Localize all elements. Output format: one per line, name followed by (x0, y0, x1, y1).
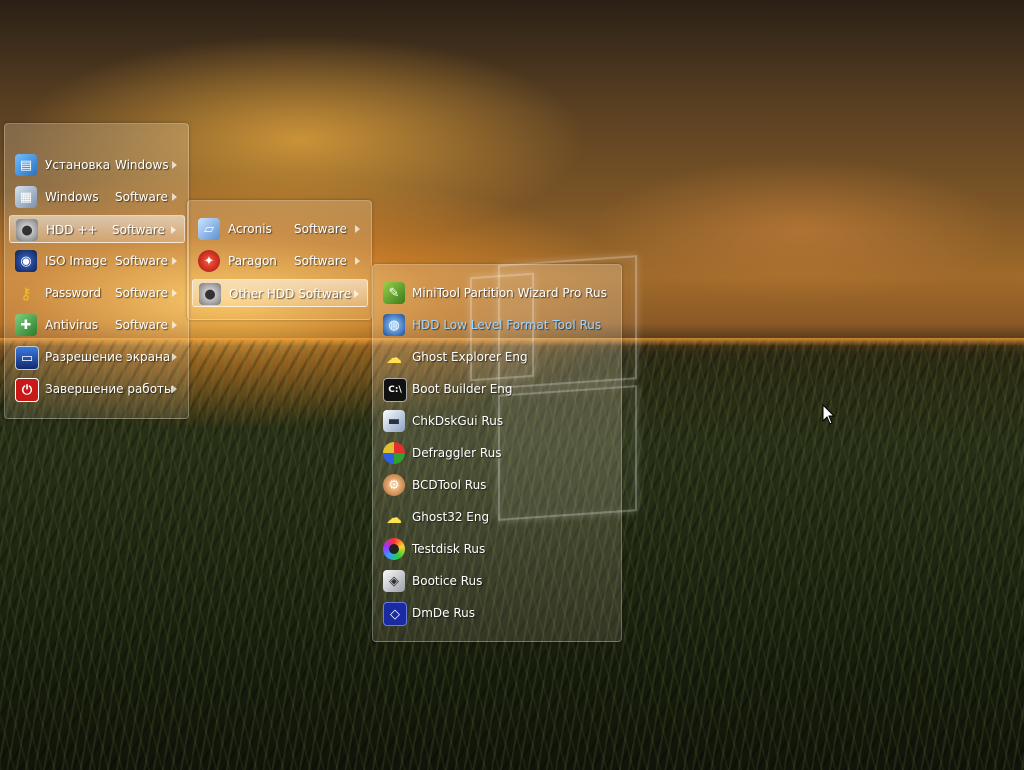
main-menu: ▤ Установка Windows ▦ Windows Software ●… (4, 123, 189, 419)
defraggler-icon (383, 442, 405, 464)
app-item-bootice[interactable]: ◈ Bootice Rus (377, 567, 617, 595)
menu-item-antivirus[interactable]: ✚ Antivirus Software (9, 311, 185, 339)
app-item-ghost-explorer[interactable]: ☁ Ghost Explorer Eng (377, 343, 617, 371)
hdd-other-icon: ● (199, 283, 221, 305)
ghost-icon: ☁ (386, 347, 402, 367)
chevron-right-icon (355, 225, 360, 233)
chevron-right-icon (354, 290, 359, 298)
submenu-item-acronis[interactable]: ▱ Acronis Software (192, 215, 368, 243)
menu-item-windows-software[interactable]: ▦ Windows Software (9, 183, 185, 211)
app-item-ghost32[interactable]: ☁ Ghost32 Eng (377, 503, 617, 531)
bootice-icon: ◈ (383, 570, 405, 592)
bcdtool-icon: ⚙ (383, 474, 405, 496)
chevron-right-icon (172, 289, 177, 297)
iso-icon: ◉ (15, 250, 37, 272)
menu-item-iso-image[interactable]: ◉ ISO Image Software (9, 247, 185, 275)
testdisk-icon (383, 538, 405, 560)
app-item-dmde[interactable]: ◇ DmDe Rus (377, 599, 617, 627)
menu-item-password[interactable]: ⚷ Password Software (9, 279, 185, 307)
app-item-testdisk[interactable]: Testdisk Rus (377, 535, 617, 563)
chevron-right-icon (172, 321, 177, 329)
chevron-right-icon (355, 257, 360, 265)
ghost32-icon: ☁ (386, 507, 402, 527)
chevron-right-icon (171, 226, 176, 234)
app-item-hddllf[interactable]: ◍ HDD Low Level Format Tool Rus (377, 311, 617, 339)
hdd-submenu: ▱ Acronis Software ✦ Paragon Software ● … (187, 200, 372, 320)
minitool-icon: ✎ (383, 282, 405, 304)
app-item-defraggler[interactable]: Defraggler Rus (377, 439, 617, 467)
app-item-chkdskgui[interactable]: ▬ ChkDskGui Rus (377, 407, 617, 435)
app-item-minitool[interactable]: ✎ MiniTool Partition Wizard Pro Rus (377, 279, 617, 307)
app-item-bcdtool[interactable]: ⚙ BCDTool Rus (377, 471, 617, 499)
windows-software-icon: ▦ (15, 186, 37, 208)
acronis-icon: ▱ (198, 218, 220, 240)
dmde-icon: ◇ (383, 602, 407, 626)
windows-setup-icon: ▤ (15, 154, 37, 176)
mouse-cursor-icon (822, 404, 836, 425)
power-icon: ⏻ (15, 378, 39, 402)
key-icon: ⚷ (20, 283, 32, 303)
chevron-right-icon (172, 161, 177, 169)
chevron-right-icon (172, 385, 177, 393)
other-hdd-submenu: ✎ MiniTool Partition Wizard Pro Rus ◍ HD… (372, 264, 622, 642)
chevron-right-icon (172, 257, 177, 265)
submenu-item-other-hdd[interactable]: ● Other HDD Software (192, 279, 368, 307)
menu-item-screen-resolution[interactable]: ▭ Разрешение экрана (9, 343, 185, 371)
menu-item-hdd-software[interactable]: ● HDD ++ Software (9, 215, 185, 243)
chevron-right-icon (172, 193, 177, 201)
chevron-right-icon (172, 353, 177, 361)
hdd-icon: ● (16, 219, 38, 241)
menu-item-shutdown[interactable]: ⏻ Завершение работы (9, 375, 185, 403)
cmd-icon: C:\ (383, 378, 407, 402)
hddllf-icon: ◍ (383, 314, 405, 336)
submenu-item-paragon[interactable]: ✦ Paragon Software (192, 247, 368, 275)
menu-item-windows-setup[interactable]: ▤ Установка Windows (9, 151, 185, 179)
disk-check-icon: ▬ (383, 410, 405, 432)
paragon-icon: ✦ (198, 250, 220, 272)
antivirus-icon: ✚ (15, 314, 37, 336)
app-item-boot-builder[interactable]: C:\ Boot Builder Eng (377, 375, 617, 403)
monitor-icon: ▭ (15, 346, 39, 370)
